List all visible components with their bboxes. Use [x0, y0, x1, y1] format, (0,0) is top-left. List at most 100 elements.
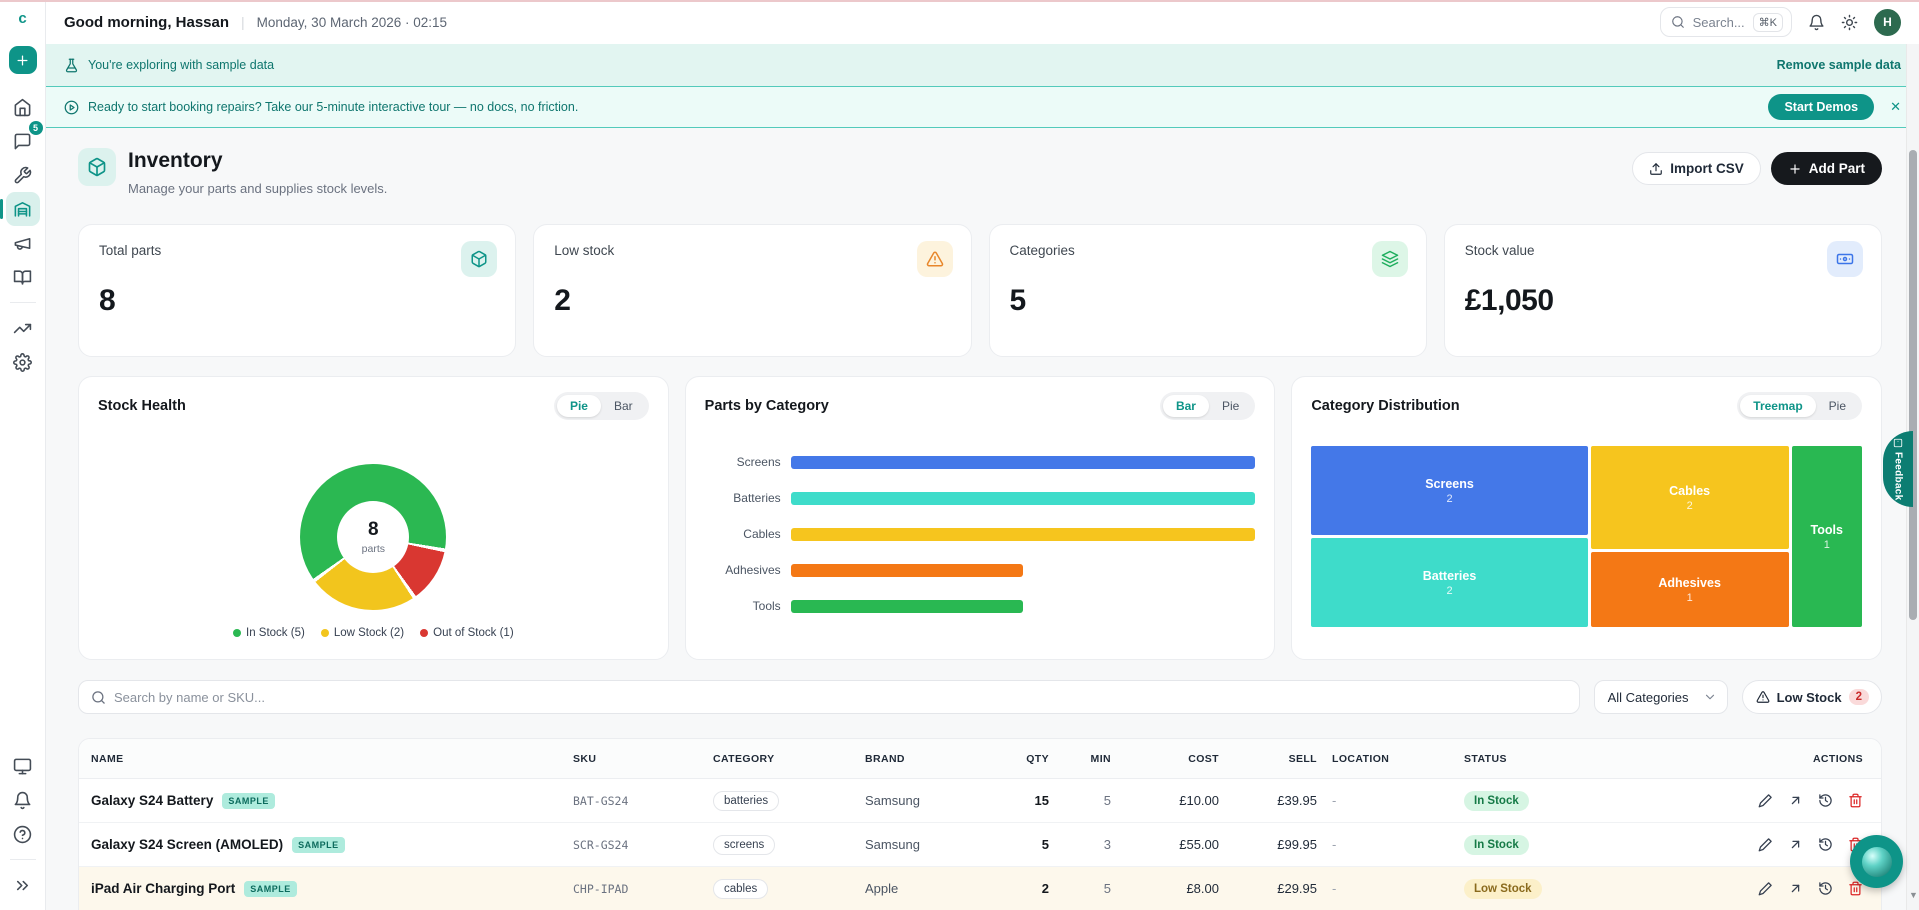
edit-button[interactable] — [1758, 793, 1773, 808]
pencil-icon — [1758, 793, 1773, 808]
banknote-icon — [1827, 241, 1863, 277]
treemap-tile-adhesives[interactable]: Adhesives 1 — [1591, 552, 1789, 627]
column-header-brand: BRAND — [865, 753, 1015, 765]
stat-label: Stock value — [1465, 243, 1861, 258]
column-header-actions: ACTIONS — [1713, 753, 1863, 765]
sidebar-item-help[interactable] — [6, 817, 40, 851]
current-date: Monday, 30 March 2026 · 02:15 — [257, 15, 447, 30]
parts-search-field[interactable] — [78, 680, 1580, 714]
low-stock-filter-button[interactable]: Low Stock 2 — [1742, 680, 1882, 714]
alert-triangle-icon — [917, 241, 953, 277]
bar-tools[interactable] — [791, 600, 1023, 613]
treemap-tile-cables[interactable]: Cables 2 — [1591, 446, 1789, 549]
column-header-qty: QTY — [1015, 753, 1049, 765]
bar-batteries[interactable] — [791, 492, 1256, 505]
stat-value: 5 — [1010, 284, 1406, 318]
sample-data-text: You're exploring with sample data — [88, 58, 274, 72]
start-demos-button[interactable]: Start Demos — [1768, 94, 1874, 120]
sidebar-divider — [10, 859, 36, 860]
donut-legend: In Stock (5) Low Stock (2) Out of Stock … — [233, 627, 514, 639]
create-new-button[interactable] — [9, 46, 37, 74]
chevron-down-icon — [1703, 690, 1717, 704]
table-row: iPad Air Charging PortSAMPLE CHP-IPAD ca… — [79, 867, 1881, 910]
part-min: 5 — [1049, 793, 1111, 808]
stock-health-donut-chart[interactable]: 8 parts — [300, 464, 446, 610]
remove-sample-data-link[interactable]: Remove sample data — [1777, 58, 1901, 72]
help-circle-icon — [13, 825, 32, 844]
toggle-pie[interactable]: Pie — [557, 395, 601, 417]
legend-out-of-stock: Out of Stock (1) — [420, 627, 514, 639]
parts-search-input[interactable] — [114, 690, 1567, 705]
toggle-treemap[interactable]: Treemap — [1740, 395, 1815, 417]
sidebar-item-marketing[interactable] — [6, 226, 40, 260]
toggle-pie[interactable]: Pie — [1209, 395, 1252, 417]
status-badge: In Stock — [1464, 791, 1529, 811]
theme-toggle-button[interactable] — [1841, 14, 1858, 31]
sidebar-item-knowledge[interactable] — [6, 260, 40, 294]
column-header-location: LOCATION — [1317, 753, 1449, 765]
bar-screens[interactable] — [791, 456, 1256, 469]
sidebar-item-inventory[interactable] — [6, 192, 40, 226]
part-location: - — [1317, 881, 1449, 896]
part-location: - — [1317, 793, 1449, 808]
low-stock-filter-label: Low Stock — [1777, 690, 1842, 705]
stat-value: £1,050 — [1465, 284, 1861, 318]
treemap-tile-tools[interactable]: Tools 1 — [1792, 446, 1862, 627]
bar-row: Adhesives — [705, 552, 1256, 588]
scrollbar-thumb[interactable] — [1909, 150, 1917, 620]
scrollbar-down-arrow[interactable]: ▼ — [1909, 890, 1918, 900]
legend-dot — [321, 629, 329, 637]
bar-row: Cables — [705, 516, 1256, 552]
toggle-pie[interactable]: Pie — [1816, 395, 1859, 417]
sidebar-item-analytics[interactable] — [6, 311, 40, 345]
sidebar-item-display[interactable] — [6, 749, 40, 783]
alert-triangle-icon — [1756, 690, 1770, 704]
part-sku: SCR-GS24 — [573, 838, 713, 852]
history-button[interactable] — [1818, 837, 1833, 852]
legend-dot — [233, 629, 241, 637]
sidebar-item-messages[interactable]: 5 — [6, 124, 40, 158]
browser-top-accent — [0, 0, 1919, 2]
sidebar-item-home[interactable] — [6, 90, 40, 124]
open-button[interactable] — [1788, 837, 1803, 852]
delete-button[interactable] — [1848, 793, 1863, 808]
global-search[interactable]: Search... ⌘K — [1660, 7, 1792, 37]
sidebar-expand-button[interactable] — [6, 868, 40, 902]
legend-dot — [420, 629, 428, 637]
part-name[interactable]: Galaxy S24 Battery — [91, 793, 213, 808]
notifications-button[interactable] — [1808, 14, 1825, 31]
app-logo[interactable]: c — [18, 10, 26, 32]
history-button[interactable] — [1818, 881, 1833, 896]
bar-row: Tools — [705, 588, 1256, 624]
open-button[interactable] — [1788, 793, 1803, 808]
treemap-tile-screens[interactable]: Screens 2 — [1311, 446, 1587, 535]
close-banner-button[interactable]: ✕ — [1890, 99, 1901, 115]
edit-button[interactable] — [1758, 837, 1773, 852]
donut-center: 8 parts — [337, 501, 409, 573]
sidebar-item-notifications[interactable] — [6, 783, 40, 817]
play-circle-icon — [64, 100, 79, 115]
chart-title: Parts by Category — [705, 398, 829, 414]
import-csv-button[interactable]: Import CSV — [1632, 152, 1761, 185]
add-part-button[interactable]: Add Part — [1771, 152, 1882, 185]
user-avatar[interactable]: H — [1874, 9, 1901, 36]
layers-icon — [1372, 241, 1408, 277]
part-cost: £10.00 — [1111, 793, 1219, 808]
sidebar-item-settings[interactable] — [6, 345, 40, 379]
history-button[interactable] — [1818, 793, 1833, 808]
tour-text: Ready to start booking repairs? Take our… — [88, 100, 578, 114]
open-button[interactable] — [1788, 881, 1803, 896]
toggle-bar[interactable]: Bar — [1163, 395, 1209, 417]
category-filter-select[interactable]: All Categories — [1594, 680, 1728, 714]
chat-launcher-button[interactable] — [1850, 835, 1903, 888]
part-name[interactable]: Galaxy S24 Screen (AMOLED) — [91, 837, 283, 852]
toggle-bar[interactable]: Bar — [601, 395, 646, 417]
edit-button[interactable] — [1758, 881, 1773, 896]
sample-badge: SAMPLE — [222, 793, 275, 809]
part-name[interactable]: iPad Air Charging Port — [91, 881, 235, 896]
sidebar-item-repairs[interactable] — [6, 158, 40, 192]
bar-cables[interactable] — [791, 528, 1256, 541]
treemap-tile-batteries[interactable]: Batteries 2 — [1311, 538, 1587, 627]
feedback-label: Feedback — [1893, 452, 1904, 501]
bar-adhesives[interactable] — [791, 564, 1023, 577]
